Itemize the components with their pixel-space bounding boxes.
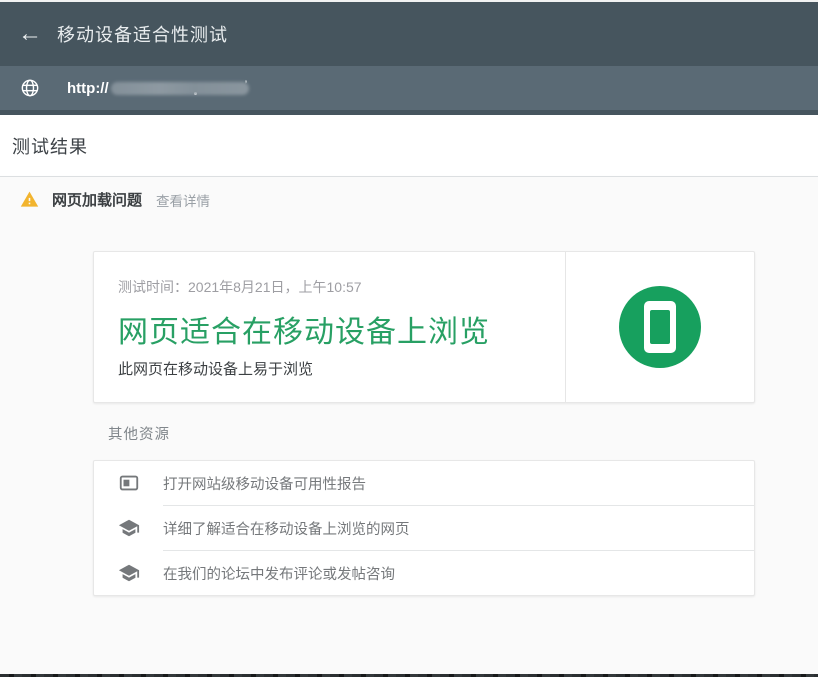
mobile-friendly-status-icon xyxy=(619,286,701,368)
results-title: 测试结果 xyxy=(12,133,88,159)
back-button[interactable]: ← xyxy=(18,22,42,46)
school-icon xyxy=(94,562,163,584)
verdict-description: 此网页在移动设备上易于浏览 xyxy=(118,358,565,379)
result-card-text: 测试时间：2021年8月21日，上午10:57 网页适合在移动设备上浏览 此网页… xyxy=(94,252,565,402)
tested-url: http:// xyxy=(67,80,109,97)
school-icon xyxy=(94,517,163,539)
view-details-link[interactable]: 查看详情 xyxy=(156,190,210,210)
resources-card: 打开网站级移动设备可用性报告 详细了解适合在移动设备上浏览的网页 在我们的论坛中… xyxy=(93,460,755,596)
warning-label: 网页加载问题 xyxy=(52,189,142,210)
resource-label: 在我们的论坛中发布评论或发帖咨询 xyxy=(163,563,395,584)
resource-link-learn-mobile-friendly[interactable]: 详细了解适合在移动设备上浏览的网页 xyxy=(94,506,754,550)
redacted-url-blob xyxy=(111,82,249,95)
main-content: 网页加载问题 查看详情 测试时间：2021年8月21日，上午10:57 网页适合… xyxy=(0,177,818,677)
warning-row: 网页加载问题 查看详情 xyxy=(20,189,210,210)
result-card: 测试时间：2021年8月21日，上午10:57 网页适合在移动设备上浏览 此网页… xyxy=(93,251,755,403)
results-bar: 测试结果 xyxy=(0,115,818,176)
resource-label: 打开网站级移动设备可用性报告 xyxy=(163,473,366,494)
app-header: ← 移动设备适合性测试 xyxy=(0,2,818,66)
result-status-panel xyxy=(565,252,754,402)
globe-icon xyxy=(20,78,40,98)
resource-link-forum[interactable]: 在我们的论坛中发布评论或发帖咨询 xyxy=(94,551,754,595)
verdict-heading: 网页适合在移动设备上浏览 xyxy=(118,307,565,351)
resource-link-usability-report[interactable]: 打开网站级移动设备可用性报告 xyxy=(94,461,754,505)
app-title: 移动设备适合性测试 xyxy=(57,21,228,47)
resource-label: 详细了解适合在移动设备上浏览的网页 xyxy=(163,518,410,539)
resources-heading: 其他资源 xyxy=(108,423,170,444)
warning-triangle-icon xyxy=(20,190,39,209)
phone-icon xyxy=(644,301,676,353)
usability-report-icon xyxy=(94,472,163,494)
phone-screen xyxy=(650,310,670,344)
url-bar: http:// ’ xyxy=(0,66,818,110)
test-time: 测试时间：2021年8月21日，上午10:57 xyxy=(118,277,565,297)
